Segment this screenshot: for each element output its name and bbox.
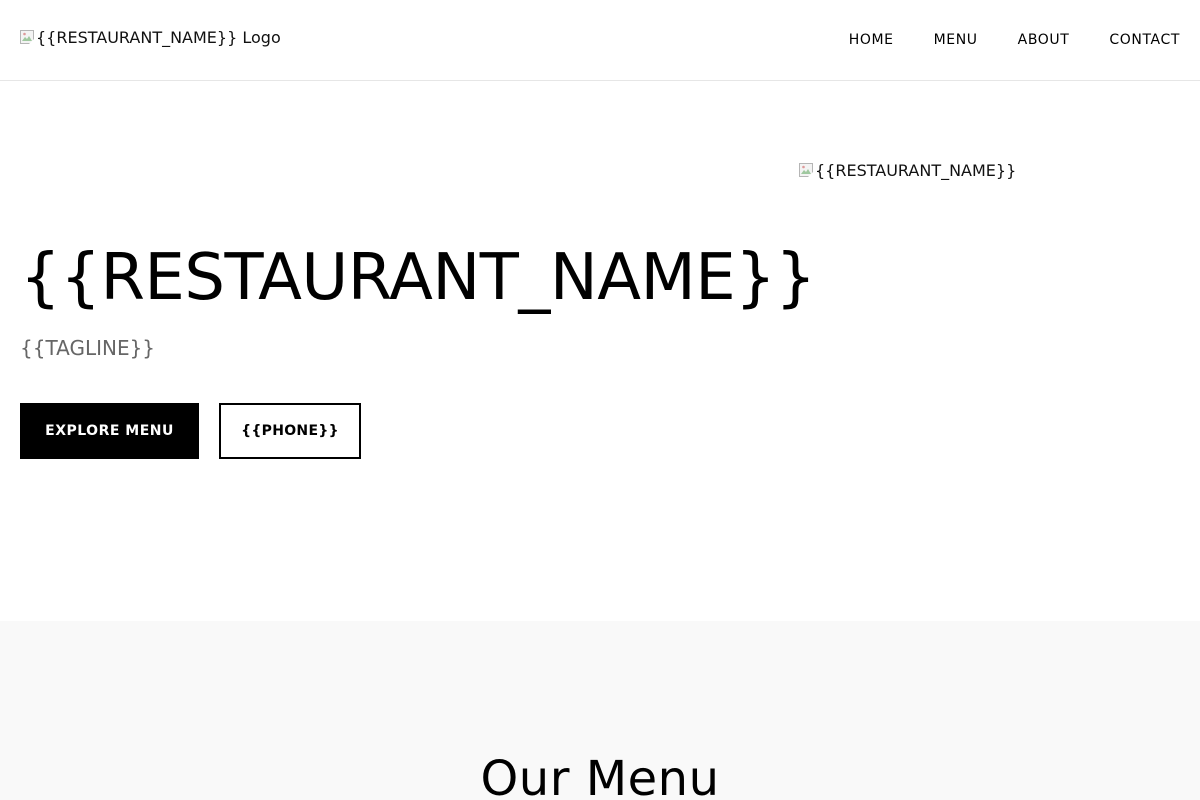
site-header: {{RESTAURANT_NAME}} Logo HOME MENU ABOUT… — [0, 0, 1200, 81]
phone-button[interactable]: {{PHONE}} — [219, 403, 361, 459]
broken-image-icon — [799, 163, 815, 179]
explore-menu-button[interactable]: EXPLORE MENU — [20, 403, 199, 459]
nav-home[interactable]: HOME — [849, 30, 894, 50]
broken-image-icon — [20, 30, 36, 46]
hero-section: {{RESTAURANT_NAME}} {{TAGLINE}} EXPLORE … — [0, 81, 1200, 621]
section-title: Our Menu — [480, 751, 720, 800]
menu-section: Our Menu — [0, 621, 1200, 800]
nav-about[interactable]: ABOUT — [1018, 30, 1070, 50]
nav-menu[interactable]: MENU — [934, 30, 978, 50]
nav-contact[interactable]: CONTACT — [1109, 30, 1180, 50]
hero-tagline: {{TAGLINE}} — [20, 336, 156, 360]
hero-image-alt-text: {{RESTAURANT_NAME}} — [815, 161, 1017, 180]
logo[interactable]: {{RESTAURANT_NAME}} Logo — [20, 27, 281, 49]
main-nav: HOME MENU ABOUT CONTACT — [849, 30, 1180, 50]
hero-image: {{RESTAURANT_NAME}} — [799, 160, 1016, 182]
hero-title: {{RESTAURANT_NAME}} — [20, 241, 816, 315]
logo-alt-text: {{RESTAURANT_NAME}} Logo — [36, 28, 281, 47]
